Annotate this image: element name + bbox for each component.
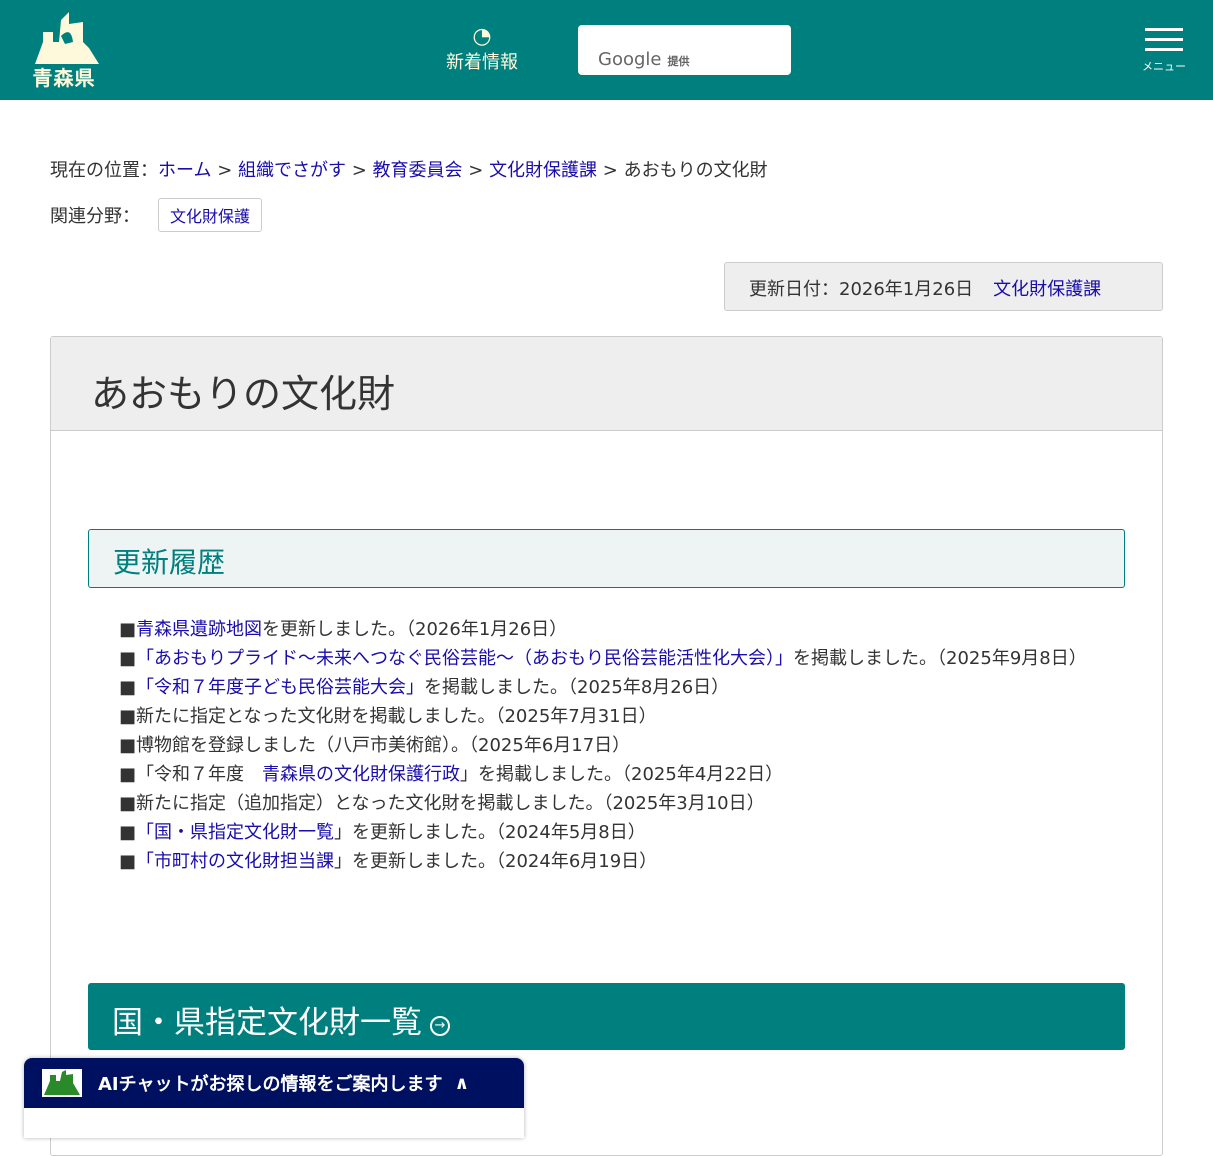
history-item: ■「国・県指定文化財一覧」を更新しました。（2024年5月8日） (119, 818, 1094, 847)
related-fields: 関連分野： 文化財保護 (50, 198, 262, 232)
update-date: 更新日付：2026年1月26日 (749, 279, 973, 300)
history-text: 」を更新しました。（2024年6月19日） (334, 851, 657, 872)
aomori-chat-logo-icon (42, 1069, 82, 1097)
related-label: 関連分野： (50, 202, 140, 228)
history-list: ■青森県遺跡地図を更新しました。（2026年1月26日）■「あおもりプライド～未… (119, 615, 1094, 876)
sep: > (597, 160, 624, 181)
history-item: ■新たに指定（追加指定）となった文化財を掲載しました。（2025年3月10日） (119, 789, 1094, 818)
aomori-logo-icon (25, 12, 103, 64)
news-link[interactable]: ◔ 新着情報 (436, 26, 528, 74)
ai-chat-widget[interactable]: AIチャットがお探しの情報をご案内します ∧ (24, 1058, 524, 1138)
history-item: ■「市町村の文化財担当課」を更新しました。（2024年6月19日） (119, 847, 1094, 876)
sep: > (211, 160, 238, 181)
history-text: ■ (119, 851, 136, 872)
breadcrumb: 現在の位置：ホーム > 組織でさがす > 教育委員会 > 文化財保護課 > あお… (50, 158, 768, 184)
site-header: 青森県 ◔ 新着情報 Google 提供 メニュー (0, 0, 1213, 100)
breadcrumb-current: あおもりの文化財 (624, 160, 768, 181)
breadcrumb-prefix: 現在の位置： (50, 160, 158, 181)
search-suffix: 提供 (667, 55, 689, 68)
arrow-circle-icon: → (430, 1016, 450, 1036)
breadcrumb-home[interactable]: ホーム (158, 160, 211, 181)
history-text: を掲載しました。（2025年8月26日） (424, 677, 729, 698)
history-text: を更新しました。（2026年1月26日） (262, 619, 567, 640)
history-item: ■博物館を登録しました（八戸市美術館）。（2025年6月17日） (119, 731, 1094, 760)
history-text: 」を更新しました。（2024年5月8日） (334, 822, 646, 843)
sep: > (346, 160, 373, 181)
breadcrumb-dept[interactable]: 文化財保護課 (489, 160, 597, 181)
history-text: ■博物館を登録しました（八戸市美術館）。（2025年6月17日） (119, 735, 630, 756)
history-heading: 更新履歴 (88, 529, 1125, 588)
breadcrumb-board[interactable]: 教育委員会 (373, 160, 463, 181)
section-heading: 国・県指定文化財一覧 (112, 1005, 422, 1041)
history-item: ■青森県遺跡地図を更新しました。（2026年1月26日） (119, 615, 1094, 644)
related-tag[interactable]: 文化財保護 (158, 198, 262, 232)
aomori-logo[interactable]: 青森県 (24, 12, 104, 91)
history-link[interactable]: 青森県の文化財保護行政 (262, 764, 460, 785)
history-text: ■新たに指定となった文化財を掲載しました。（2025年7月31日） (119, 706, 657, 727)
history-item: ■「令和７年度子ども民俗芸能大会」を掲載しました。（2025年8月26日） (119, 673, 1094, 702)
history-text: ■ (119, 822, 136, 843)
logo-text: 青森県 (24, 62, 104, 91)
history-text: ■「令和７年度 (119, 764, 262, 785)
sep: > (463, 160, 490, 181)
update-info: 更新日付：2026年1月26日文化財保護課 (724, 262, 1163, 311)
history-text: を掲載しました。（2025年9月8日） (793, 648, 1087, 669)
history-text: ■ (119, 619, 136, 640)
content-panel: あおもりの文化財 更新履歴 ■青森県遺跡地図を更新しました。（2026年1月26… (50, 336, 1163, 1156)
menu-label: メニュー (1141, 58, 1187, 74)
history-link[interactable]: 青森県遺跡地図 (136, 619, 262, 640)
history-link[interactable]: 「国・県指定文化財一覧 (136, 822, 334, 843)
hamburger-icon (1141, 28, 1187, 51)
menu-button[interactable]: メニュー (1141, 28, 1187, 74)
history-link[interactable]: 「令和７年度子ども民俗芸能大会」 (136, 677, 424, 698)
search-input[interactable]: Google 提供 (578, 25, 791, 75)
history-item: ■「あおもりプライド～未来へつなぐ民俗芸能～（あおもり民俗芸能活性化大会）」を掲… (119, 644, 1094, 673)
breadcrumb-org[interactable]: 組織でさがす (238, 160, 346, 181)
history-item: ■「令和７年度 青森県の文化財保護行政」を掲載しました。（2025年4月22日） (119, 760, 1094, 789)
search-brand: Google (598, 49, 661, 70)
news-label: 新着情報 (436, 48, 528, 74)
history-text: ■ (119, 677, 136, 698)
history-link[interactable]: 「あおもりプライド～未来へつなぐ民俗芸能～（あおもり民俗芸能活性化大会）」 (136, 648, 793, 669)
dept-link[interactable]: 文化財保護課 (993, 279, 1101, 300)
history-text: ■ (119, 648, 136, 669)
rss-icon: ◔ (436, 26, 528, 48)
chevron-up-icon[interactable]: ∧ (454, 1073, 469, 1094)
chat-label: AIチャットがお探しの情報をご案内します (98, 1070, 442, 1096)
history-text: 」を掲載しました。（2025年4月22日） (460, 764, 783, 785)
history-link[interactable]: 「市町村の文化財担当課 (136, 851, 334, 872)
history-text: ■新たに指定（追加指定）となった文化財を掲載しました。（2025年3月10日） (119, 793, 765, 814)
history-item: ■新たに指定となった文化財を掲載しました。（2025年7月31日） (119, 702, 1094, 731)
page-title: あおもりの文化財 (91, 363, 1162, 418)
designated-list-link[interactable]: 国・県指定文化財一覧 → (88, 983, 1125, 1050)
